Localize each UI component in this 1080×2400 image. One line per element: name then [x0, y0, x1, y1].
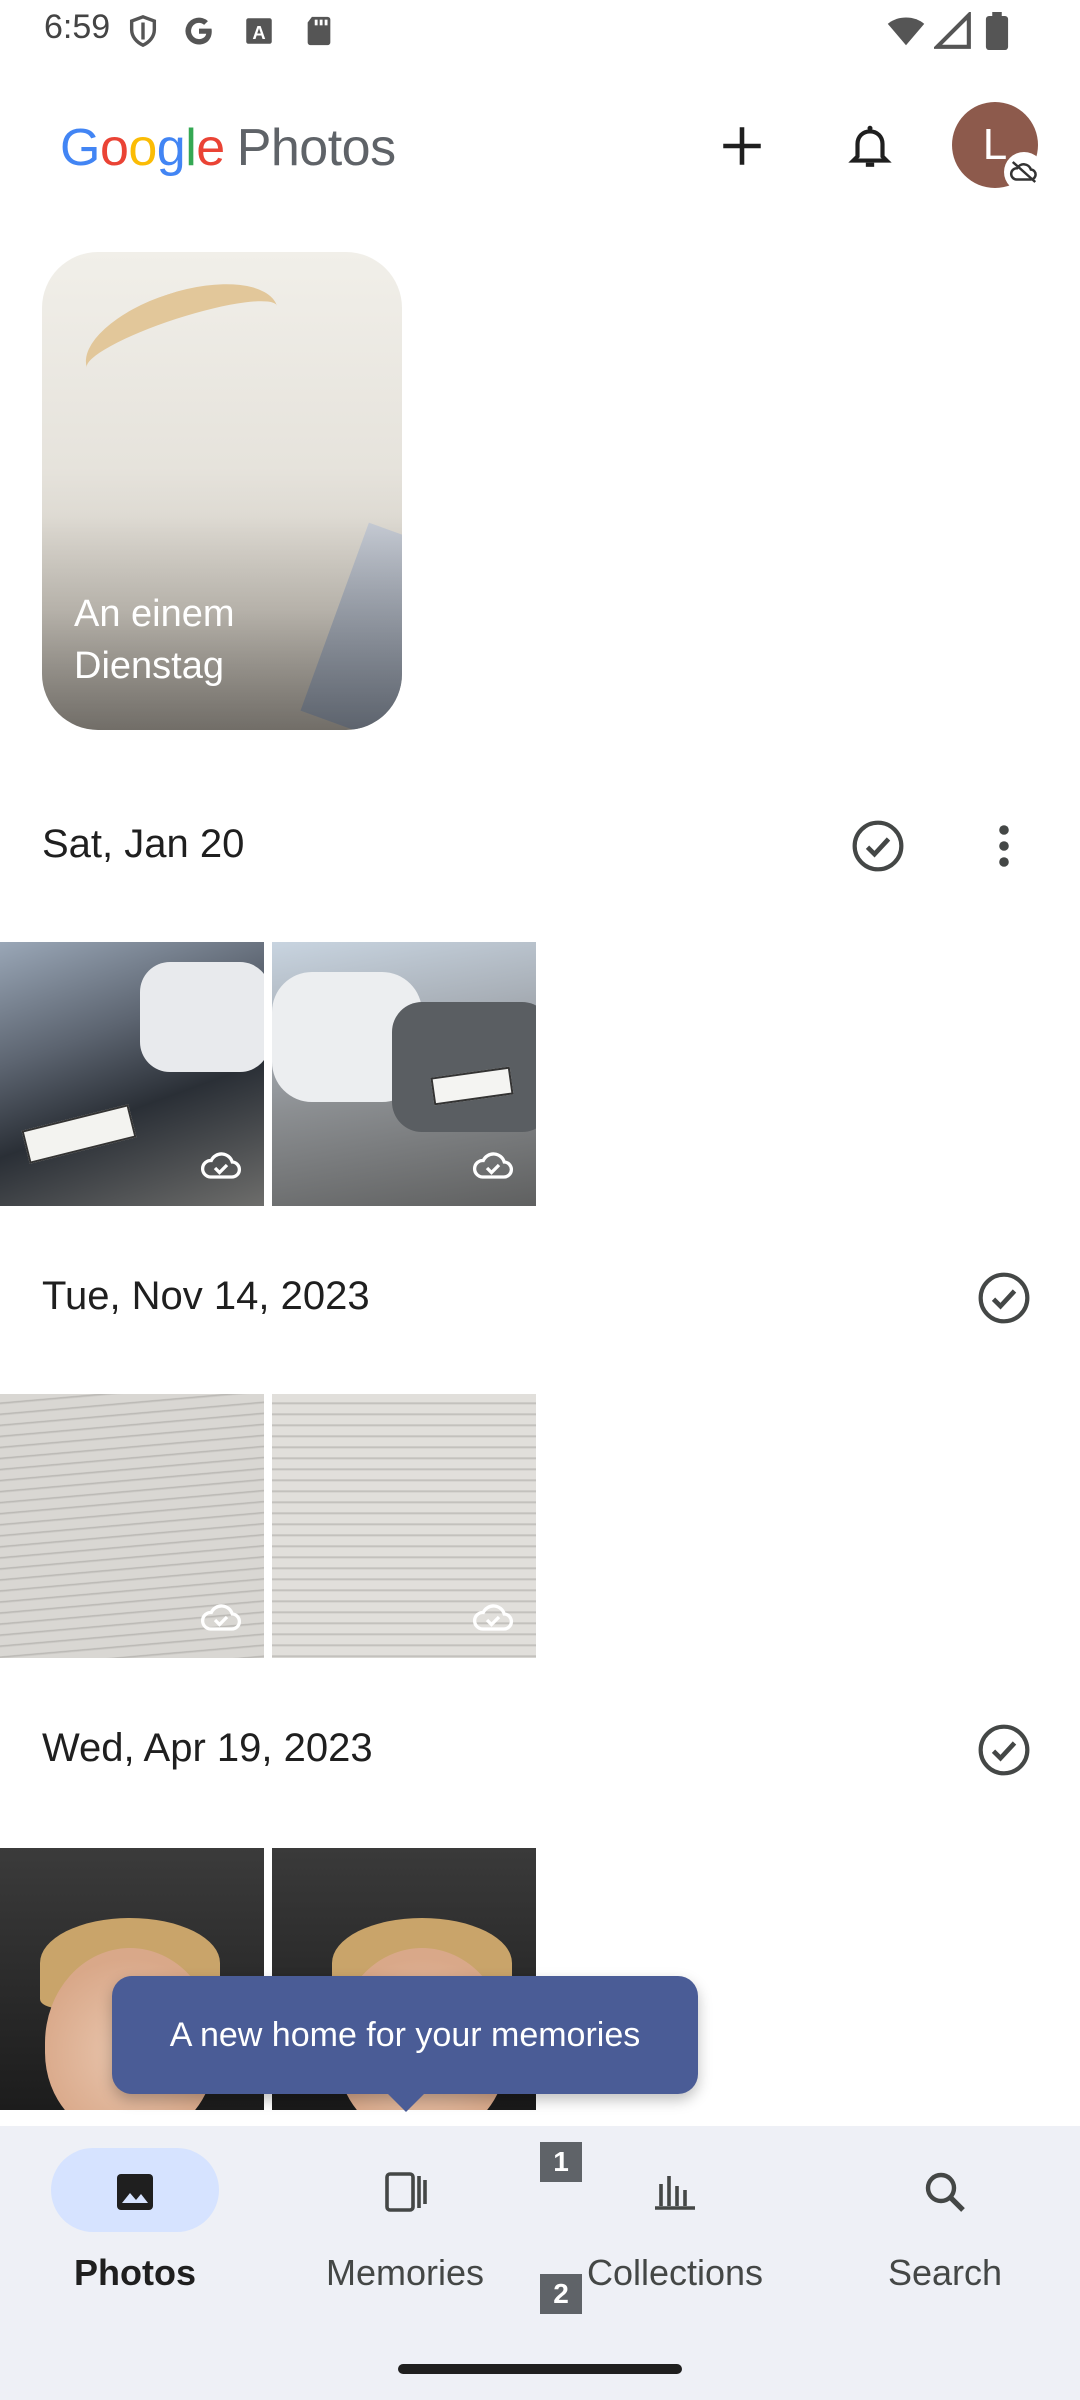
nav-label: Photos — [74, 2252, 196, 2293]
photo-thumbnail[interactable] — [0, 1394, 264, 1658]
photo-content — [392, 1002, 536, 1132]
shield-icon — [126, 14, 160, 48]
wifi-icon — [886, 12, 926, 50]
date-header: Wed, Apr 19, 2023 — [42, 1726, 373, 1770]
photo-thumbnail[interactable] — [272, 942, 536, 1206]
select-all-button[interactable] — [968, 1714, 1040, 1786]
check-circle-icon — [852, 820, 904, 872]
status-bar: 6:59 A — [0, 0, 1080, 64]
photo-content — [140, 962, 264, 1072]
bottom-navigation: Photos Memories Collections Search 1 2 — [0, 2126, 1080, 2400]
annotation-badge: 1 — [540, 2142, 582, 2182]
tooltip-text: A new home for your memories — [169, 2015, 641, 2054]
search-icon — [925, 2172, 965, 2212]
nav-item-photos[interactable]: Photos — [15, 2148, 255, 2318]
date-header: Sat, Jan 20 — [42, 822, 245, 866]
nav-item-collections[interactable]: Collections — [555, 2148, 795, 2318]
photo-content — [21, 1104, 137, 1164]
nav-item-search[interactable]: Search — [825, 2148, 1065, 2318]
memories-tooltip[interactable]: A new home for your memories — [112, 1976, 698, 2094]
collections-icon — [655, 2176, 695, 2210]
photo-thumbnail[interactable] — [0, 942, 264, 1206]
nav-item-memories[interactable]: Memories — [285, 2148, 525, 2318]
photo-icon — [117, 2174, 153, 2210]
more-options-button[interactable] — [974, 810, 1034, 882]
google-icon — [182, 14, 216, 48]
nav-label: Search — [887, 2252, 1003, 2293]
bell-icon — [848, 125, 892, 167]
logo-photos-text: Photos — [236, 119, 396, 177]
more-vert-icon — [999, 825, 1009, 867]
nav-label: Memories — [325, 2252, 485, 2293]
signal-icon — [932, 10, 972, 50]
font-icon: A — [242, 14, 276, 48]
status-time: 6:59 — [44, 8, 111, 46]
select-all-button[interactable] — [968, 1262, 1040, 1334]
home-indicator[interactable] — [398, 2364, 682, 2374]
avatar-initial: L — [982, 120, 1008, 169]
cloud-done-icon — [473, 1604, 513, 1631]
notifications-button[interactable] — [830, 106, 910, 186]
annotation-badge: 2 — [540, 2274, 582, 2314]
svg-text:A: A — [252, 22, 265, 43]
check-circle-icon — [978, 1724, 1030, 1776]
add-button[interactable] — [702, 106, 782, 186]
cloud-off-icon — [1004, 152, 1044, 192]
cloud-done-icon — [201, 1152, 241, 1179]
tooltip-arrow — [386, 2092, 426, 2112]
sd-card-icon — [302, 14, 336, 48]
date-header: Tue, Nov 14, 2023 — [42, 1274, 370, 1318]
battery-icon — [984, 12, 1010, 51]
check-circle-icon — [978, 1272, 1030, 1324]
app-bar: Google Photos L — [0, 80, 1080, 210]
photos-app-screen: 6:59 A Google Photos L An einem Dienstag… — [0, 0, 1080, 2400]
plus-icon — [723, 127, 761, 165]
google-photos-logo: Google Photos — [60, 119, 396, 177]
select-all-button[interactable] — [842, 810, 914, 882]
cloud-done-icon — [473, 1152, 513, 1179]
memories-icon — [385, 2172, 427, 2212]
memory-title: An einem Dienstag — [74, 593, 235, 687]
nav-label: Collections — [586, 2252, 764, 2293]
memory-card[interactable]: An einem Dienstag — [42, 252, 402, 730]
cloud-done-icon — [201, 1604, 241, 1631]
photo-thumbnail[interactable] — [272, 1394, 536, 1658]
